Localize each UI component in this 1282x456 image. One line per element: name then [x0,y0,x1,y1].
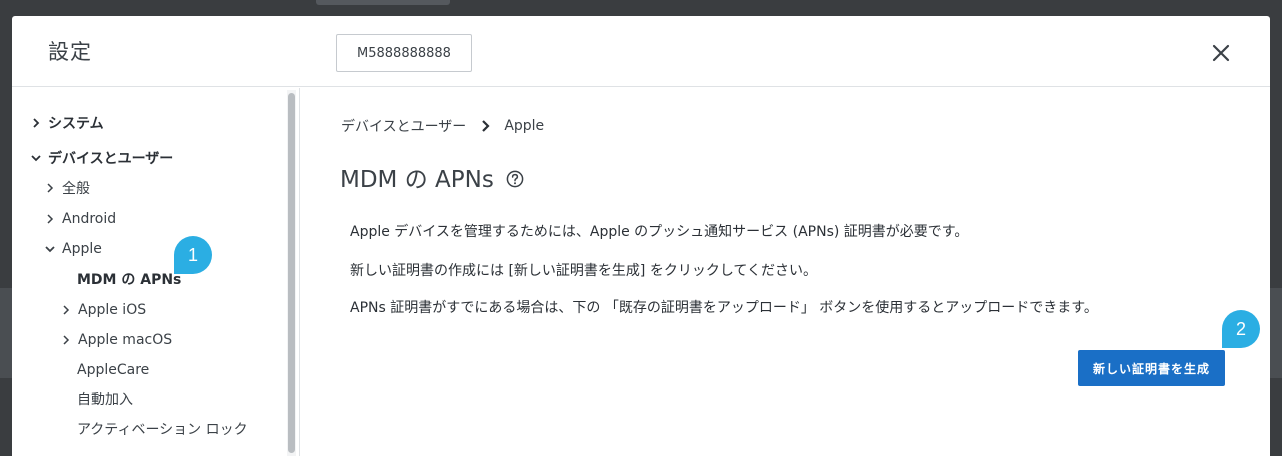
breadcrumb-current: Apple [504,118,545,134]
upload-paragraph: APNs 証明書がすでにある場合は、下の 「既存の証明書をアップロード」 ボタン… [350,300,1098,316]
sidebar-item-label: 自動加入 [77,392,133,408]
sidebar-item-label: Apple iOS [78,302,147,318]
main-panel: デバイスとユーザー Apple MDM の APNs Apple デバイスを管理… [300,88,1270,456]
breadcrumb: デバイスとユーザー Apple [341,116,544,136]
sidebar-item-label: 全般 [62,181,90,197]
sidebar-item-applecare[interactable]: AppleCare [77,358,149,382]
dialog-header: 設定 M5888888888 [12,16,1270,87]
sidebar-item-apple-ios[interactable]: Apple iOS [58,298,146,322]
sidebar-item-label: システム [48,116,104,132]
generate-certificate-button[interactable]: 新しい証明書を生成 [1078,350,1225,386]
chevron-right-icon [42,211,58,227]
sidebar-scrollbar[interactable] [287,90,296,456]
sidebar-item-apple-macos[interactable]: Apple macOS [58,328,172,352]
sidebar-item-label: デバイスとユーザー [48,151,174,167]
dialog-title: 設定 [48,40,92,64]
chevron-right-icon [478,119,492,133]
sidebar-item-label: Apple [62,241,102,257]
chevron-right-icon [58,332,74,348]
breadcrumb-parent[interactable]: デバイスとユーザー [341,116,466,136]
sidebar-item-devices-users[interactable]: デバイスとユーザー [28,146,173,170]
background-panel-left [0,288,12,378]
sidebar-item-auto-enroll[interactable]: 自動加入 [77,387,133,411]
sidebar-item-mdm-apns[interactable]: MDM の APNs [77,267,181,291]
chevron-down-icon [42,241,58,257]
sidebar-scroll-thumb[interactable] [288,93,295,453]
sidebar-item-apple[interactable]: Apple [42,237,102,261]
chevron-right-icon [28,115,44,131]
page-title-text: MDM の APNs [340,167,494,193]
device-name-field: M5888888888 [336,34,472,72]
step-badge-1: 1 [174,236,212,274]
sidebar-item-android[interactable]: Android [42,207,116,231]
help-icon[interactable] [506,168,524,188]
page-title: MDM の APNs [340,160,524,194]
sidebar-item-label: Apple macOS [78,332,173,348]
chevron-down-icon [28,150,44,166]
sidebar-item-label: MDM の APNs [77,272,182,288]
sidebar-item-label: Android [62,211,117,227]
close-icon[interactable] [1210,42,1232,64]
sidebar-item-label: アクティベーション ロック [77,422,248,438]
sidebar-item-label: AppleCare [77,362,150,378]
step-badge-2: 2 [1222,310,1260,348]
settings-dialog: 設定 M5888888888 システム デバイスとユーザー 全般 Android… [12,16,1270,456]
chevron-right-icon [58,302,74,318]
sidebar-item-system[interactable]: システム [28,111,104,135]
sidebar-item-general[interactable]: 全般 [42,176,90,200]
background-tab [316,0,450,5]
background-panel-right [1270,288,1282,378]
chevron-right-icon [42,180,58,196]
instruction-paragraph: 新しい証明書の作成には [新しい証明書を生成] をクリックしてください。 [350,263,817,279]
description-paragraph: Apple デバイスを管理するためには、Apple のプッシュ通知サービス (A… [350,224,969,240]
settings-sidebar: システム デバイスとユーザー 全般 Android Apple MDM の AP… [12,88,300,456]
sidebar-item-activation-lock[interactable]: アクティベーション ロック [77,417,248,441]
